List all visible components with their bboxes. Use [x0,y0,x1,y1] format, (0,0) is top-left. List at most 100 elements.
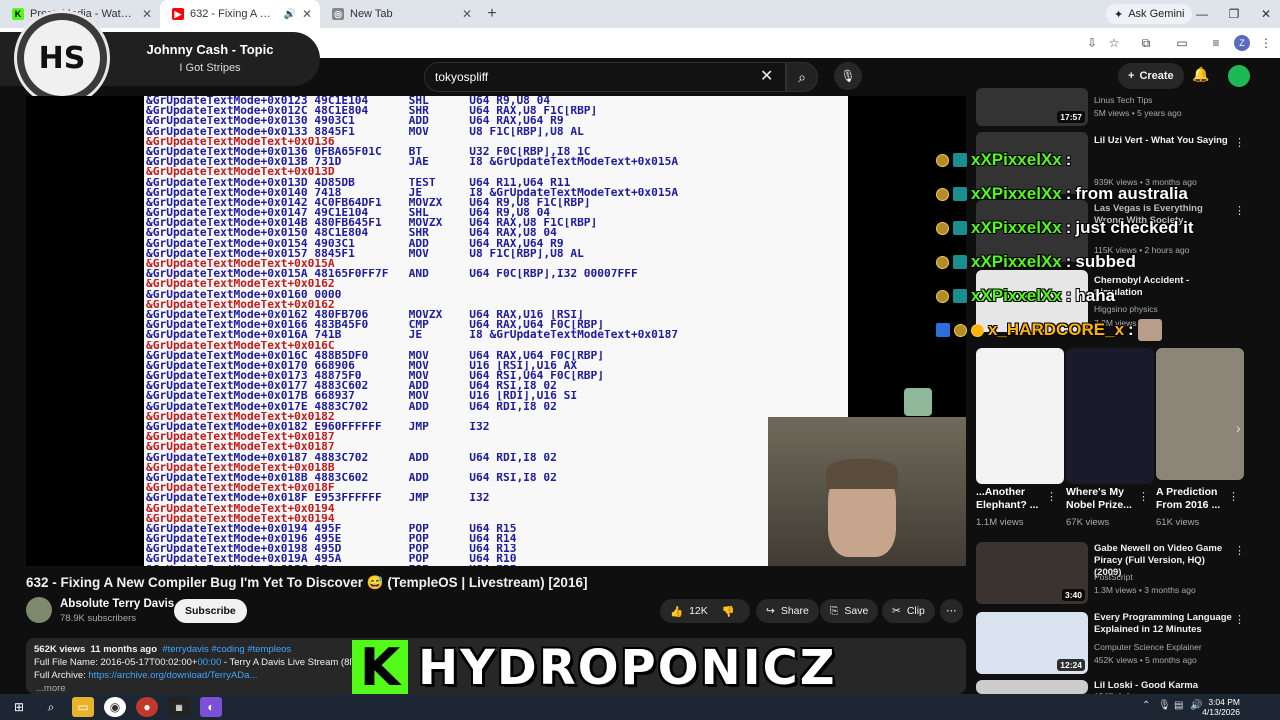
clear-search-icon[interactable]: ✕ [760,66,773,86]
thumbs-down-icon[interactable]: 👎 [722,605,735,618]
browser-tab-1[interactable]: ▶ 632 - Fixing A New Compile 🔊 ✕ [160,0,320,28]
discord-icon[interactable]: ◐ [200,697,222,717]
gemini-label: Ask Gemini [1128,8,1185,20]
search-icon: ⌕ [798,68,806,85]
sidebar-thumbnail-0[interactable]: 17:57 [976,88,1088,126]
close-window-button[interactable]: ✕ [1250,0,1280,28]
sidebar-thumbnail-5[interactable]: 12:24 [976,612,1088,674]
save-button[interactable]: ⎘ Save [820,599,879,623]
sidebar-channel-5[interactable]: Computer Science Explainer [1094,642,1202,652]
file-explorer-icon[interactable]: ▭ [72,697,94,717]
like-count[interactable]: 12K [689,605,708,617]
mic-tray-icon[interactable]: 🎙 [1158,700,1171,711]
chat-message: xXPixxelXx: from australia [936,181,1188,207]
upload-age: 11 months ago [90,644,158,655]
timestamp-link[interactable]: 00:00 [197,657,221,668]
badge-icon [936,255,949,269]
more-actions-button[interactable]: ⋯ [940,599,963,623]
close-tab-icon[interactable]: ✕ [462,7,472,21]
short-thumbnail-0[interactable] [976,348,1064,484]
code-line: &GrUpdateTextModeText+0x0187 [146,442,335,453]
code-line: &GrUpdateTextMode+0x0130 4903C1 ADD U64 … [146,116,564,127]
account-avatar[interactable] [1228,65,1250,87]
speaker-icon[interactable]: 🔊 [283,9,295,20]
close-tab-icon[interactable]: ✕ [142,7,152,21]
windows-start-icon[interactable]: ⊞ [8,697,30,717]
short-title-0[interactable]: ...Another Elephant? ... [976,486,1048,512]
sidebar-channel-4[interactable]: PostScript [1094,572,1133,582]
sidebar-channel-0[interactable]: Linus Tech Tips [1094,95,1152,105]
short-title-2[interactable]: A Prediction From 2016 ... [1156,486,1232,512]
short-thumbnail-2[interactable] [1156,348,1244,480]
profile-avatar[interactable]: Z [1234,35,1250,51]
desc-line1-suffix: - Terry A Davis Live Stream (8lW [221,657,361,668]
hashtags[interactable]: #terrydavis #coding #templeos [162,644,291,655]
sidebar-meta-0: 5M views • 5 years ago [1094,108,1182,118]
tray-chevron-icon[interactable]: ⌃ [1142,700,1150,711]
more-options-icon[interactable]: ⋮ [1228,490,1239,503]
code-line: &GrUpdateTextMode+0x0142 4C0FB64DF1 MOVZ… [146,197,591,209]
create-button[interactable]: + Create [1118,63,1184,89]
restore-button[interactable]: ❐ [1218,0,1250,28]
more-options-icon[interactable]: ⋮ [1138,490,1149,503]
subscribe-button[interactable]: Subscribe [174,599,247,623]
badge-icon [936,221,949,235]
app-icon[interactable]: ▦ [168,697,190,717]
duration-badge: 3:40 [1061,589,1085,601]
chrome-icon[interactable]: ◉ [104,697,126,717]
notifications-bell-icon[interactable]: 🔔 [1192,66,1209,83]
duration-badge: 12:24 [1057,659,1085,671]
chat-message: xXPixxelXx: [936,147,1071,173]
search-button[interactable]: ⌕ [786,62,818,92]
volume-icon[interactable]: 🔊 [1190,700,1202,711]
channel-avatar[interactable] [26,597,52,623]
network-icon[interactable]: ▤ [1174,700,1183,711]
more-options-icon[interactable]: ⋮ [1234,204,1245,217]
code-line: &GrUpdateTextMode+0x0173 48875F0 MOV U64… [146,371,605,382]
more-options-icon[interactable]: ⋮ [1046,490,1057,503]
chevron-right-icon[interactable]: › [1236,420,1241,436]
sidebar-title-1[interactable]: Lil Uzi Vert - What You Saying [1094,135,1234,147]
close-tab-icon[interactable]: ✕ [302,7,312,21]
install-app-icon[interactable]: ⇩ [1082,33,1102,53]
bookmark-star-icon[interactable]: ☆ [1104,33,1124,53]
code-line: &GrUpdateTextMode+0x013B 731D JAE I8 &Gr… [146,157,679,168]
more-options-icon[interactable]: ⋮ [1234,613,1245,626]
short-thumbnail-1[interactable] [1066,348,1154,484]
short-title-1[interactable]: Where's My Nobel Prize... [1066,486,1142,512]
tab-title: New Tab [350,8,393,20]
extensions-icon[interactable]: ⧉ [1136,33,1156,53]
short-views-0: 1.1M views [976,517,1024,528]
code-line: &GrUpdateTextMode+0x0123 49C1E104 SHL U6… [146,96,551,107]
view-count: 562K views [34,644,86,655]
voice-search-button[interactable]: 🎙 [834,62,862,90]
more-options-icon[interactable]: ⋮ [1234,136,1245,149]
search-input[interactable]: tokyospliff [424,62,786,92]
scissors-icon: ✂ [892,605,901,617]
thumbs-up-icon[interactable]: 👍 [670,605,683,618]
windows-taskbar: ⊞ ⌕ ▭ ◉ ● ▦ ◐ [0,694,1280,720]
sidebar-thumbnail-6[interactable] [976,680,1088,694]
code-line: &GrUpdateTextMode+0x0162 480FB706 MOVZX … [146,309,584,321]
clip-button[interactable]: ✂ Clip [882,599,935,623]
ask-gemini-button[interactable]: ✦ Ask Gemini [1106,4,1193,24]
chrome-menu-icon[interactable]: ⋮ [1256,33,1276,53]
archive-link[interactable]: https://archive.org/download/TerryADa... [88,670,257,681]
code-line: &GrUpdateTextMode+0x017B 668937 MOV U16 … [146,391,578,402]
more-options-icon[interactable]: ⋮ [1234,544,1245,557]
save-label: Save [844,605,869,617]
system-clock[interactable]: 3:04 PM 4/13/2026 [1202,697,1240,717]
minimize-button[interactable]: — [1186,0,1218,28]
sidebar-thumbnail-4[interactable]: 3:40 [976,542,1088,604]
channel-name[interactable]: Absolute Terry Davis [60,598,174,610]
reading-list-icon[interactable]: ≡ [1206,33,1226,53]
share-button[interactable]: ↪ Share [756,599,819,623]
mic-icon: 🎙 [840,69,856,83]
video-player[interactable]: &GrUpdateTextMode+0x0123 49C1E104 SHL U6… [26,96,966,566]
recorder-icon[interactable]: ● [136,697,158,717]
new-tab-button[interactable]: + [480,2,504,26]
search-icon[interactable]: ⌕ [40,697,62,717]
browser-tab-2[interactable]: ◎ New Tab ✕ [320,0,480,28]
sidebar-title-5[interactable]: Every Programming Language Explained in … [1094,612,1234,636]
cast-icon[interactable]: ▭ [1172,33,1192,53]
